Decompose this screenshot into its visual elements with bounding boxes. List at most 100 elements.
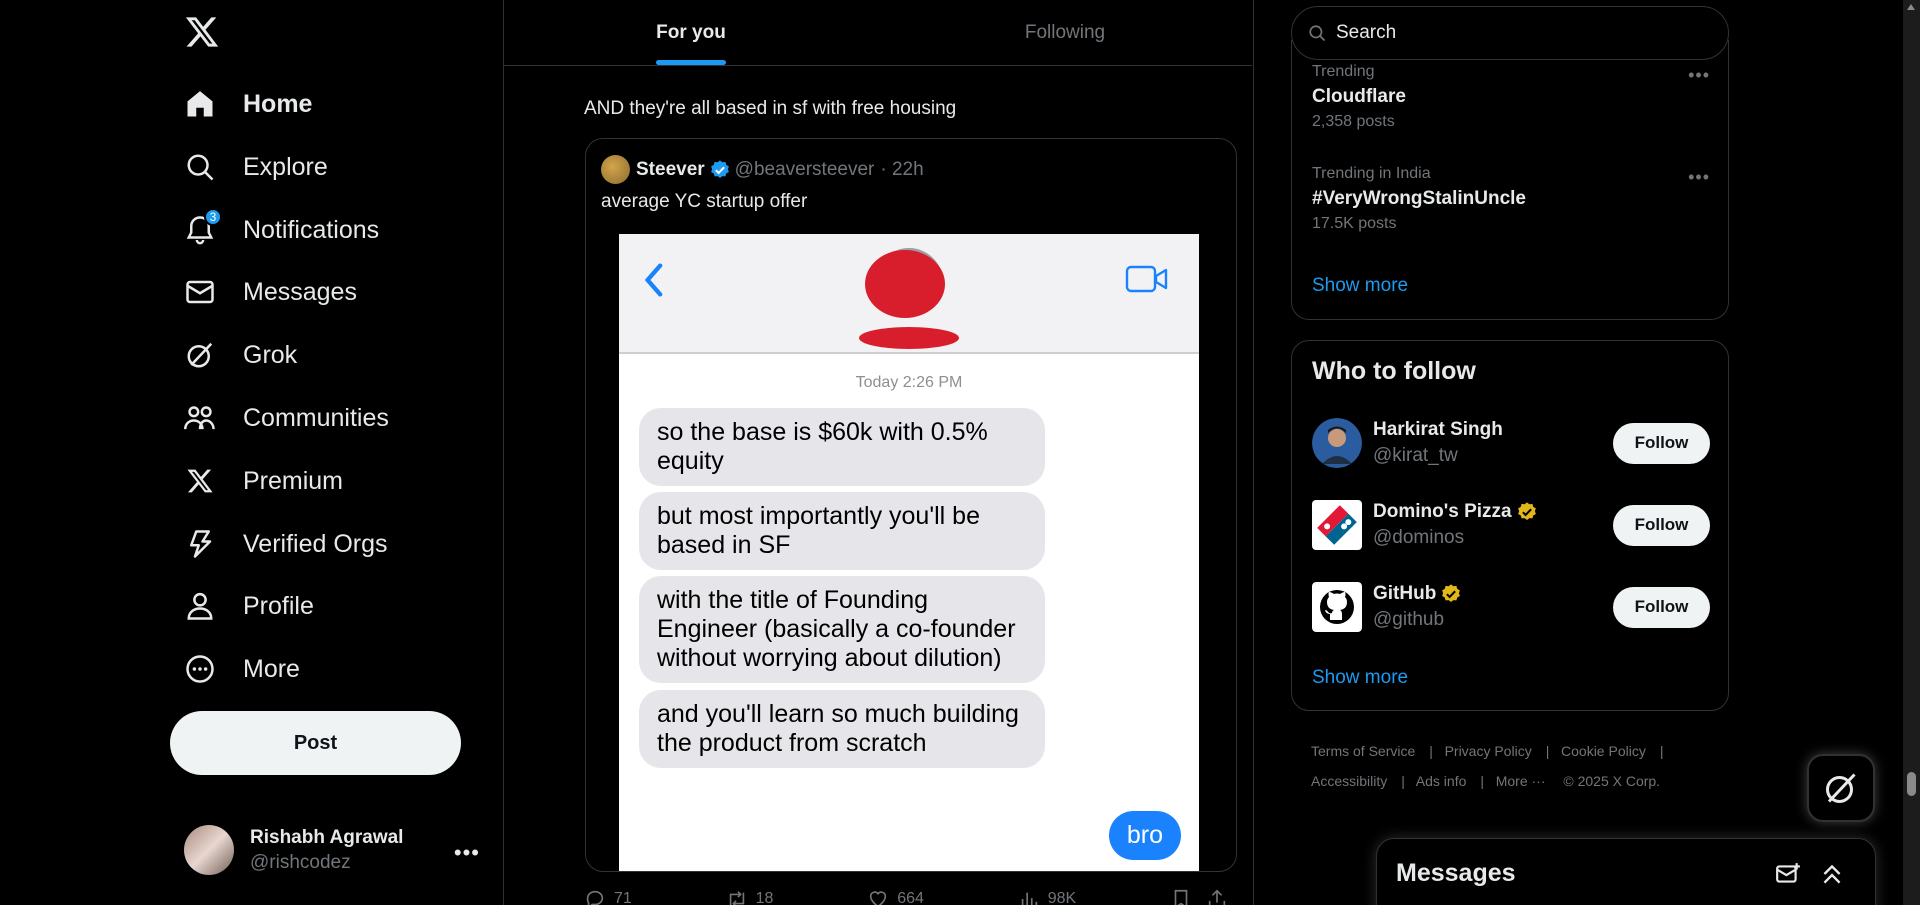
message-bubble: and you'll learn so much building the pr…	[639, 690, 1045, 768]
nav-more-label: More	[243, 654, 300, 683]
imessage-timestamp: Today 2:26 PM	[855, 374, 963, 391]
views-button[interactable]: 98K	[1018, 888, 1076, 905]
dominos-logo-icon	[1312, 500, 1362, 550]
like-button[interactable]: 664	[867, 888, 924, 905]
follow-suggestion[interactable]: GitHub @github Follow	[1312, 581, 1710, 633]
trend-count: 2,358 posts	[1312, 113, 1395, 130]
reply-button[interactable]: 71	[584, 888, 632, 905]
nav-explore[interactable]: Explore	[184, 141, 328, 193]
github-logo-icon	[1312, 582, 1362, 632]
footer-link[interactable]: Privacy Policy	[1445, 743, 1532, 759]
trend-name: #VeryWrongStalinUncle	[1312, 188, 1526, 209]
timeline-tabs: For you Following	[504, 0, 1252, 66]
suggestion-handle: @github	[1373, 609, 1445, 630]
footer-link[interactable]: Cookie Policy	[1561, 743, 1646, 759]
gold-verified-badge-icon	[1442, 584, 1461, 602]
nav-grok[interactable]: Grok	[184, 329, 297, 381]
more-dots-icon[interactable]: •••	[454, 840, 480, 866]
nav-home[interactable]: Home	[184, 78, 312, 130]
copyright: © 2025 X Corp.	[1563, 773, 1661, 789]
nav-communities[interactable]: Communities	[184, 392, 389, 444]
quote-image[interactable]: Today 2:26 PM so the base is $60k with 0…	[619, 234, 1199, 871]
nav-premium[interactable]: Premium	[184, 455, 343, 507]
x-app: Home Explore 3 Notifications Messages Gr…	[0, 0, 1920, 905]
trend-context: Trending	[1312, 63, 1375, 80]
tweet-actions: 71 18 664 98K	[584, 888, 1236, 905]
nav-verified-orgs[interactable]: Verified Orgs	[184, 518, 388, 570]
more-dots-icon[interactable]: •••	[1688, 167, 1710, 188]
quote-author-handle: @beaversteever	[734, 158, 875, 180]
view-count: 98K	[1047, 890, 1077, 905]
account-handle: @rishcodez	[250, 851, 351, 873]
avatar	[1312, 418, 1362, 468]
reply-count: 71	[614, 890, 632, 905]
tab-for-you[interactable]: For you	[504, 0, 878, 65]
trend-item[interactable]: Trending Cloudflare 2,358 posts	[1312, 63, 1406, 131]
follow-button[interactable]: Follow	[1613, 422, 1710, 464]
search-icon	[184, 151, 216, 183]
avatar	[184, 825, 234, 875]
messages-drawer-title: Messages	[1396, 859, 1516, 887]
people-icon	[184, 402, 216, 434]
redacted-contact-icon	[859, 248, 959, 349]
video-call-icon	[1125, 265, 1168, 293]
footer-link[interactable]: Accessibility	[1311, 773, 1387, 789]
nav-messages-label: Messages	[243, 277, 357, 306]
grok-floating-button[interactable]	[1807, 754, 1875, 822]
expand-up-icon[interactable]	[1819, 861, 1845, 887]
analytics-icon	[1021, 892, 1037, 905]
new-message-icon[interactable]	[1775, 861, 1801, 887]
timeline: For you Following AND they're all based …	[504, 0, 1254, 905]
who-to-follow-title: Who to follow	[1312, 357, 1476, 385]
quote-text: average YC startup offer	[601, 191, 808, 212]
footer-link[interactable]: More ···	[1496, 773, 1546, 789]
x-logo-icon[interactable]	[184, 14, 220, 50]
suggestion-name: Harkirat Singh	[1373, 419, 1503, 440]
share-icon[interactable]	[1206, 888, 1228, 905]
bookmark-icon[interactable]	[1170, 888, 1192, 905]
trends-show-more-link[interactable]: Show more	[1312, 275, 1408, 297]
nav-more[interactable]: More	[184, 643, 300, 695]
suggestion-handle: @dominos	[1373, 527, 1465, 548]
account-name: Rishabh Agrawal	[250, 826, 404, 848]
nav-grok-label: Grok	[243, 340, 298, 369]
footer-link[interactable]: Terms of Service	[1311, 743, 1415, 759]
gold-verified-badge-icon	[1517, 502, 1536, 520]
notifications-badge: 3	[204, 208, 222, 226]
follow-suggestion[interactable]: Domino's Pizza @dominos Follow	[1312, 499, 1710, 551]
follow-button[interactable]: Follow	[1613, 586, 1710, 628]
message-bubble: but most importantly you'll be based in …	[639, 492, 1045, 570]
post-button[interactable]: Post	[170, 711, 461, 775]
more-circle-icon	[184, 653, 216, 685]
scroll-up-arrow-icon[interactable]	[1907, 4, 1915, 10]
messages-drawer[interactable]: Messages	[1376, 838, 1876, 905]
nav-home-label: Home	[243, 89, 313, 118]
account-switcher[interactable]: Rishabh Agrawal @rishcodez •••	[184, 820, 480, 880]
trend-count: 17.5K posts	[1312, 215, 1397, 232]
nav-messages[interactable]: Messages	[184, 266, 357, 318]
nav-notifications[interactable]: 3 Notifications	[184, 204, 379, 256]
quote-header: Steever @beaversteever · 22h	[601, 155, 924, 184]
more-dots-icon[interactable]: •••	[1688, 65, 1710, 86]
footer-link[interactable]: Ads info	[1416, 773, 1467, 789]
nav-profile-label: Profile	[243, 591, 314, 620]
scrollbar-thumb[interactable]	[1907, 772, 1916, 796]
who-to-follow-show-more-link[interactable]: Show more	[1312, 667, 1408, 689]
trend-item[interactable]: Trending in India #VeryWrongStalinUncle …	[1312, 165, 1526, 233]
lightning-icon	[184, 528, 216, 560]
back-chevron-icon	[644, 263, 663, 297]
repost-button[interactable]: 18	[726, 888, 773, 905]
nav-premium-label: Premium	[243, 466, 344, 495]
heart-icon	[870, 891, 887, 905]
nav-profile[interactable]: Profile	[184, 580, 314, 632]
page-scrollbar[interactable]	[1903, 0, 1920, 905]
tweet-text: AND they're all based in sf with free ho…	[584, 98, 957, 119]
message-bubble: with the title of Founding Engineer (bas…	[639, 576, 1045, 683]
imessage-header	[619, 234, 1199, 354]
reply-bubble: bro	[1108, 811, 1181, 860]
follow-button[interactable]: Follow	[1613, 504, 1710, 546]
avatar	[601, 155, 630, 184]
tab-following[interactable]: Following	[878, 0, 1252, 65]
follow-suggestion[interactable]: Harkirat Singh @kirat_tw Follow	[1312, 417, 1710, 469]
quote-tweet[interactable]: Steever @beaversteever · 22h average YC …	[585, 138, 1237, 872]
